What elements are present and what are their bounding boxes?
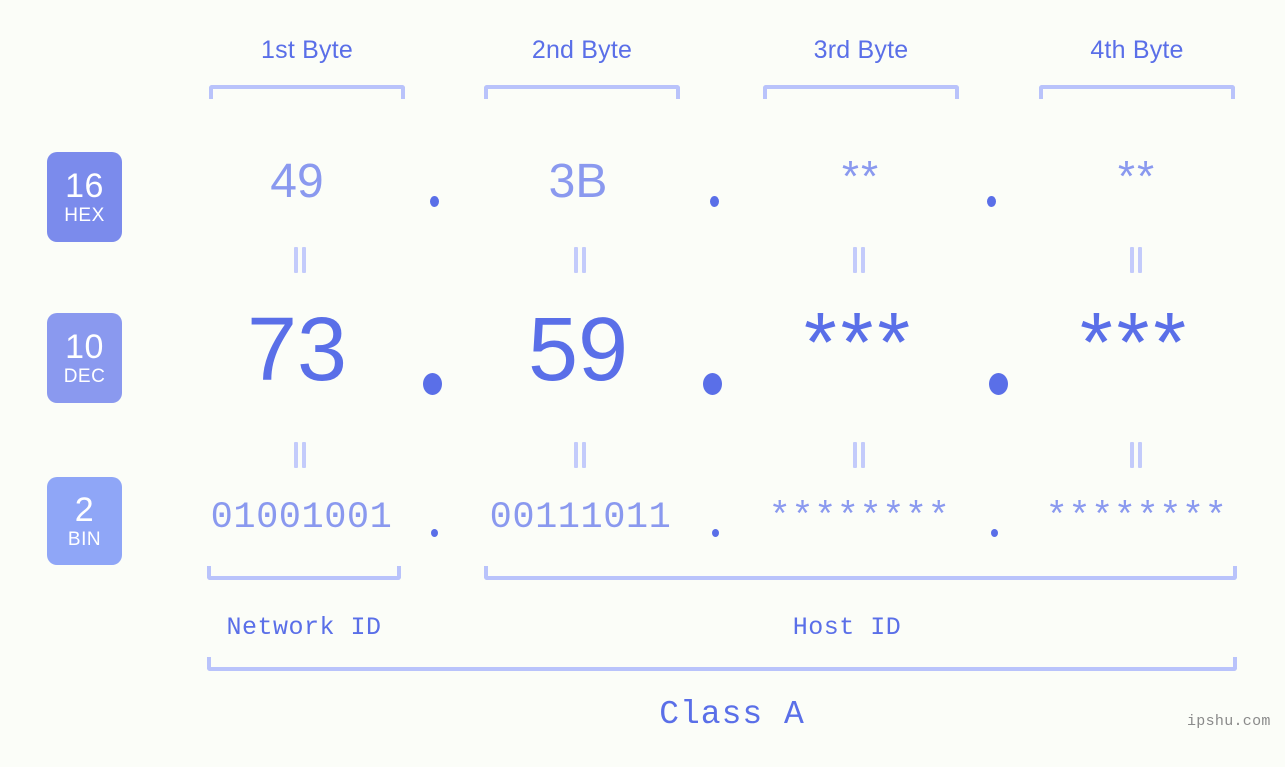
equals-mark-hex-dec-3 — [851, 247, 867, 273]
host-id-bracket — [484, 566, 1237, 580]
byte-bracket-3 — [763, 85, 959, 99]
dec-byte-3: *** — [803, 295, 915, 389]
equals-mark-dec-bin-3 — [851, 442, 867, 468]
hex-byte-2: 3B — [548, 155, 608, 208]
dec-byte-1: 73 — [246, 300, 348, 400]
byte-header-2: 2nd Byte — [531, 36, 633, 64]
dec-byte-2: 59 — [527, 300, 629, 400]
hex-byte-3: ** — [841, 152, 881, 201]
base-badge-bin: 2 BIN — [47, 477, 122, 565]
hex-byte-4: ** — [1117, 152, 1157, 201]
bin-byte-1: 01001001 — [210, 497, 393, 539]
byte-bracket-2 — [484, 85, 680, 99]
network-id-bracket — [207, 566, 401, 580]
hex-separator-dot-2 — [710, 196, 719, 207]
dec-separator-dot-2 — [703, 373, 722, 395]
site-watermark: ipshu.com — [1187, 713, 1271, 730]
base-badge-hex-name: HEX — [64, 205, 105, 226]
base-badge-bin-number: 2 — [74, 491, 95, 529]
hex-separator-dot-3 — [987, 196, 996, 207]
dec-separator-dot-3 — [989, 373, 1008, 395]
equals-mark-dec-bin-1 — [292, 442, 308, 468]
bin-separator-dot-1 — [431, 529, 438, 537]
byte-header-4: 4th Byte — [1090, 36, 1184, 64]
hex-separator-dot-1 — [430, 196, 439, 207]
base-badge-bin-name: BIN — [67, 529, 102, 550]
bin-separator-dot-3 — [991, 529, 998, 537]
base-badge-dec-name: DEC — [63, 366, 106, 387]
bin-byte-4: ******** — [1045, 497, 1228, 539]
hex-byte-1: 49 — [270, 155, 324, 208]
host-id-label: Host ID — [792, 613, 902, 642]
equals-mark-hex-dec-2 — [572, 247, 588, 273]
dec-byte-4: *** — [1079, 295, 1191, 389]
byte-header-1: 1st Byte — [261, 36, 353, 64]
bin-separator-dot-2 — [712, 529, 719, 537]
base-badge-hex-number: 16 — [65, 167, 104, 205]
class-label: Class A — [659, 696, 805, 733]
equals-mark-dec-bin-4 — [1128, 442, 1144, 468]
base-badge-dec-number: 10 — [65, 328, 104, 366]
dec-separator-dot-1 — [423, 373, 442, 395]
bin-byte-2: 00111011 — [489, 497, 672, 539]
byte-header-3: 3rd Byte — [813, 36, 909, 64]
class-bracket — [207, 657, 1237, 671]
equals-mark-dec-bin-2 — [572, 442, 588, 468]
byte-bracket-1 — [209, 85, 405, 99]
base-badge-dec: 10 DEC — [47, 313, 122, 403]
bin-byte-3: ******** — [768, 497, 951, 539]
equals-mark-hex-dec-4 — [1128, 247, 1144, 273]
network-id-label: Network ID — [226, 613, 382, 642]
base-badge-hex: 16 HEX — [47, 152, 122, 242]
ip-breakdown-diagram: 1st Byte 2nd Byte 3rd Byte 4th Byte 16 H… — [0, 0, 1285, 767]
equals-mark-hex-dec-1 — [292, 247, 308, 273]
byte-bracket-4 — [1039, 85, 1235, 99]
